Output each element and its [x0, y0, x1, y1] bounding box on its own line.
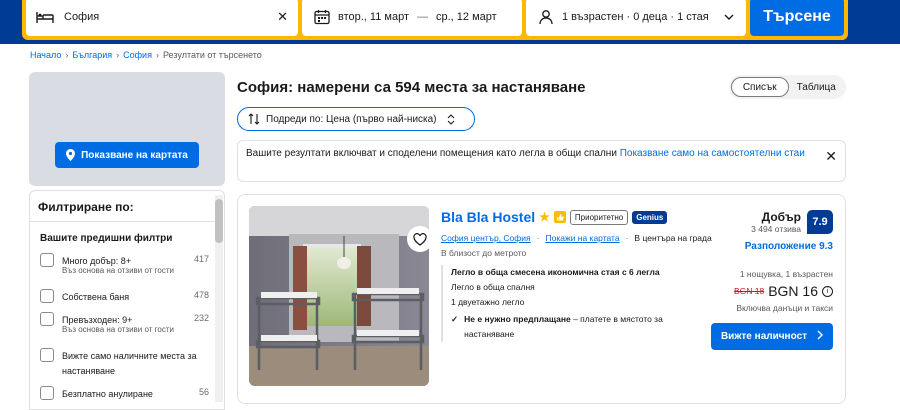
- show-map-button[interactable]: Показване на картата: [55, 142, 199, 168]
- thumbs-up-icon: [553, 211, 566, 223]
- show-on-map-link[interactable]: Покажи на картата: [545, 233, 619, 243]
- prepayment-bold: Не е нужно предплащане: [464, 314, 571, 324]
- filter-label: Собствена баня: [62, 292, 130, 302]
- sort-label: Подреди по: Цена (първо най-ниска): [266, 113, 437, 125]
- metro-label: В близост до метрото: [441, 248, 527, 258]
- destination-value: София: [64, 11, 100, 23]
- sort-arrows-icon: [248, 113, 260, 125]
- room-detail: Легло в обща спалня: [451, 282, 535, 292]
- taxes-note: Включва данъци и такси: [736, 303, 833, 313]
- chevron-right-icon: ›: [116, 50, 120, 60]
- room-detail: 1 двуетажно легло: [451, 297, 525, 307]
- property-card: Bla Bla Hostel ★ Приоритетно Genius Софи…: [237, 194, 846, 404]
- view-list-button[interactable]: Списък: [731, 77, 789, 97]
- filters-scrollbar[interactable]: [215, 195, 223, 402]
- search-button[interactable]: Търсене: [750, 0, 844, 36]
- reviews-count: 3 494 отзива: [751, 224, 801, 234]
- date-field[interactable]: втор., 11 март — ср., 12 март: [302, 0, 522, 36]
- score-word: Добър: [761, 210, 801, 224]
- chevron-right-icon: ›: [65, 50, 69, 60]
- bed-icon: [36, 10, 54, 24]
- location-link[interactable]: София център, София: [441, 233, 531, 243]
- info-icon[interactable]: i: [822, 285, 833, 297]
- filter-label: Безплатно анулиране: [62, 389, 153, 399]
- filter-hint: Въз основа на отзиви от гости: [62, 266, 174, 275]
- filters-panel: Филтриране по: Вашите предишни филтри Мн…: [29, 190, 225, 410]
- filter-count: 417: [193, 254, 209, 264]
- prepayment-note: ✓ Не е нужно предплащане – платете в мяс…: [451, 312, 691, 342]
- close-icon[interactable]: ✕: [825, 149, 837, 163]
- view-table-button[interactable]: Таблица: [789, 77, 845, 97]
- filters-section-title: Вашите предишни филтри: [40, 233, 173, 244]
- date-from: втор., 11 март: [338, 11, 409, 23]
- divider: [30, 221, 216, 222]
- notice-link[interactable]: Показване само на самостоятелни стаи: [620, 148, 805, 159]
- location-line: София център, София · Покажи на картата …: [441, 233, 712, 243]
- breadcrumb-city[interactable]: София: [123, 50, 152, 60]
- breadcrumb: Начало › България › София › Резултати от…: [30, 50, 262, 60]
- breadcrumb-country[interactable]: България: [72, 50, 112, 60]
- clear-icon[interactable]: ✕: [277, 9, 288, 25]
- property-name-row: Bla Bla Hostel ★ Приоритетно Genius: [441, 209, 668, 225]
- show-map-label: Показване на картата: [81, 149, 188, 161]
- see-availability-button[interactable]: Вижте наличност: [711, 323, 833, 350]
- dot-separator: ·: [625, 233, 629, 243]
- prepayment-text: Не е нужно предплащане – платете в място…: [464, 312, 691, 342]
- property-photo[interactable]: [249, 206, 429, 386]
- checkbox[interactable]: [40, 386, 54, 400]
- occupancy-value: 1 възрастен · 0 деца · 1 стая: [562, 11, 709, 23]
- property-name[interactable]: Bla Bla Hostel: [441, 209, 535, 225]
- center-label: В центъра на града: [634, 233, 712, 243]
- checkbox[interactable]: [40, 289, 54, 303]
- date-to: ср., 12 март: [436, 11, 497, 23]
- filter-hint: Въз основа на отзиви от гости: [62, 325, 174, 334]
- favorite-heart-icon[interactable]: [407, 226, 429, 252]
- view-toggle: Списък Таблица: [729, 75, 846, 99]
- filters-title: Филтриране по:: [38, 200, 134, 214]
- scrollbar-thumb[interactable]: [215, 199, 223, 243]
- destination-field[interactable]: София ✕: [26, 0, 298, 36]
- checkbox[interactable]: [40, 253, 54, 267]
- chevron-right-icon: ›: [155, 50, 159, 60]
- sort-button[interactable]: Подреди по: Цена (първо най-ниска): [237, 107, 475, 131]
- checkbox[interactable]: [40, 312, 54, 326]
- map-preview[interactable]: Показване на картата: [29, 72, 225, 186]
- old-price: BGN 18: [733, 286, 765, 296]
- room-title: Легло в обща смесена икономична стая с 6…: [451, 267, 660, 277]
- person-icon: [538, 9, 554, 25]
- current-price: BGN 16: [768, 283, 818, 299]
- location-score: Разположение 9.3: [744, 241, 833, 252]
- breadcrumb-current: Резултати от търсенето: [162, 50, 262, 60]
- price-row: BGN 18 BGN 16 i: [734, 283, 833, 299]
- up-down-chevron-icon: [447, 113, 455, 125]
- chevron-right-icon: [817, 330, 824, 343]
- priority-badge: Приоритетно: [569, 209, 629, 225]
- search-bar: София ✕ втор., 11 март — ср., 12 март 1 …: [22, 0, 848, 40]
- occupancy-field[interactable]: 1 възрастен · 0 деца · 1 стая: [526, 0, 746, 36]
- checkmark-icon: ✓: [451, 314, 459, 324]
- breadcrumb-home[interactable]: Начало: [30, 50, 61, 60]
- review-score[interactable]: 7.9: [807, 210, 833, 234]
- filter-label: Вижте само наличните места за настаняван…: [62, 351, 197, 376]
- chevron-down-icon: [724, 14, 734, 20]
- shared-rooms-notice: Вашите резултати включват и споделени по…: [237, 140, 846, 182]
- notice-text: Вашите резултати включват и споделени по…: [246, 148, 620, 159]
- map-pin-icon: [66, 149, 76, 161]
- room-info: Легло в обща смесена икономична стая с 6…: [441, 265, 691, 342]
- stay-summary: 1 нощувка, 1 възрастен: [739, 269, 833, 279]
- calendar-icon: [314, 9, 330, 25]
- filter-count: 56: [198, 387, 209, 397]
- date-separator: —: [417, 11, 428, 23]
- star-icon: ★: [539, 210, 550, 224]
- checkbox[interactable]: [40, 348, 54, 362]
- genius-badge: Genius: [632, 210, 668, 224]
- availability-label: Вижте наличност: [720, 331, 808, 342]
- dot-separator: ·: [536, 233, 540, 243]
- filter-count: 478: [193, 290, 209, 300]
- results-heading: София: намерени са 594 места за настаняв…: [237, 79, 586, 96]
- filter-count: 232: [193, 313, 209, 323]
